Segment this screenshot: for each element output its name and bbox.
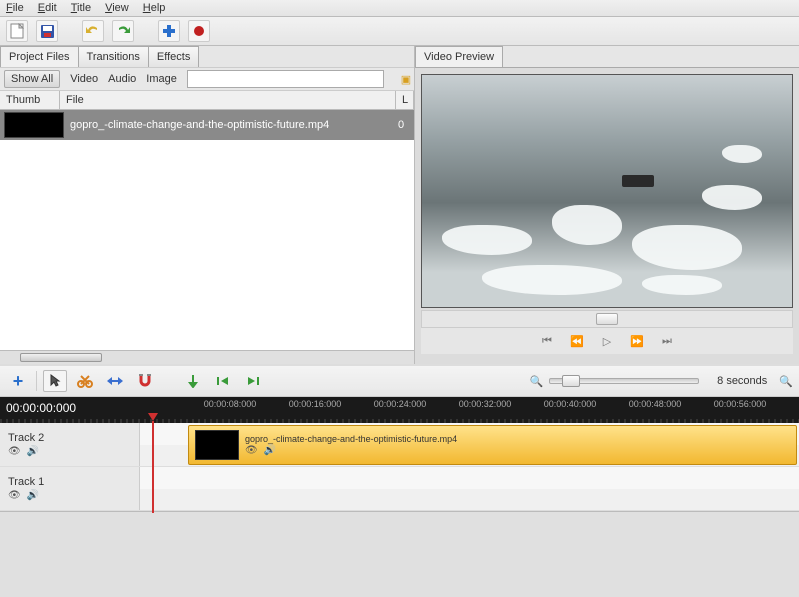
filter-video[interactable]: Video <box>70 73 98 85</box>
ruler-tick: 00:00:24:000 <box>374 399 427 409</box>
main-toolbar <box>0 17 799 46</box>
boat-shape <box>622 175 654 187</box>
playback-controls: ⏮ ⏪ ▷ ⏩ ⏭ <box>421 328 793 354</box>
ruler-tick: 00:00:16:000 <box>289 399 342 409</box>
left-tabs: Project Files Transitions Effects <box>0 46 414 67</box>
file-row[interactable]: gopro_-climate-change-and-the-optimistic… <box>0 110 414 140</box>
track-body[interactable] <box>140 467 799 510</box>
right-tabs: Video Preview <box>415 46 799 68</box>
record-button[interactable] <box>188 20 210 42</box>
select-tool[interactable] <box>43 370 67 392</box>
jump-start-button[interactable]: ⏮ <box>539 334 555 348</box>
tab-video-preview[interactable]: Video Preview <box>415 46 503 67</box>
tracks-area: Track 2 👁 🔊 gopro_-climate-change-and-th… <box>0 423 799 511</box>
menu-help[interactable]: Help <box>143 2 166 14</box>
file-name: gopro_-climate-change-and-the-optimistic… <box>70 119 398 131</box>
menu-file[interactable]: File <box>6 2 24 14</box>
snap-tool[interactable] <box>133 370 157 392</box>
file-thumb <box>4 112 64 138</box>
ruler-tick: 00:00:56:000 <box>714 399 767 409</box>
col-thumb[interactable]: Thumb <box>0 91 60 109</box>
right-panel: Video Preview ⏮ ⏪ ▷ ⏩ ⏭ <box>414 46 799 364</box>
clip-audio-icon[interactable]: 🔊 <box>264 445 276 456</box>
redo-button[interactable] <box>112 20 134 42</box>
ruler-tick: 00:00:32:000 <box>459 399 512 409</box>
step-back-button[interactable]: ⏪ <box>569 334 585 348</box>
zoom-out-icon[interactable]: 🔍 <box>529 375 543 388</box>
video-preview[interactable] <box>421 74 793 308</box>
track-row: Track 2 👁 🔊 gopro_-climate-change-and-th… <box>0 423 799 467</box>
left-scrollbar[interactable] <box>0 350 414 364</box>
undo-button[interactable] <box>82 20 104 42</box>
main-split: Project Files Transitions Effects Show A… <box>0 46 799 364</box>
timeline-toolbar: + 🔍 8 seconds 🔍 <box>0 364 799 397</box>
clip-name: gopro_-climate-change-and-the-optimistic… <box>245 434 457 444</box>
time-ruler[interactable]: 00:00:00:000 00:00:08:000 00:00:16:000 0… <box>0 397 799 423</box>
filter-bar: Show All Video Audio Image ▣ <box>0 67 414 91</box>
add-button[interactable] <box>158 20 180 42</box>
track-name: Track 1 <box>8 476 131 488</box>
save-button[interactable] <box>36 20 58 42</box>
jump-end-button[interactable]: ⏭ <box>659 334 675 348</box>
zoom-slider[interactable] <box>549 378 699 384</box>
video-clip[interactable]: gopro_-climate-change-and-the-optimistic… <box>188 425 797 465</box>
menubar: File Edit Title View Help <box>0 0 799 17</box>
track-body[interactable]: gopro_-climate-change-and-the-optimistic… <box>140 423 799 466</box>
menu-edit[interactable]: Edit <box>38 2 57 14</box>
audio-icon[interactable]: 🔊 <box>27 490 39 501</box>
col-file[interactable]: File <box>60 91 396 109</box>
new-button[interactable] <box>6 20 28 42</box>
add-marker-button[interactable] <box>181 370 205 392</box>
play-button[interactable]: ▷ <box>599 334 615 348</box>
zoom-in-icon[interactable]: 🔍 <box>779 375 793 388</box>
menu-view[interactable]: View <box>105 2 129 14</box>
filter-image[interactable]: Image <box>146 73 177 85</box>
zoom-label: 8 seconds <box>711 375 773 387</box>
preview-progress[interactable] <box>421 310 793 328</box>
next-marker-button[interactable] <box>241 370 265 392</box>
track-header[interactable]: Track 1 👁 🔊 <box>0 467 140 510</box>
col-length[interactable]: L <box>396 91 414 109</box>
audio-icon[interactable]: 🔊 <box>27 446 39 457</box>
razor-tool[interactable] <box>73 370 97 392</box>
resize-tool[interactable] <box>103 370 127 392</box>
search-input[interactable] <box>187 70 384 88</box>
filter-show-all[interactable]: Show All <box>4 70 60 88</box>
ruler-tick: 00:00:40:000 <box>544 399 597 409</box>
menu-title[interactable]: Title <box>71 2 91 14</box>
track-header[interactable]: Track 2 👁 🔊 <box>0 423 140 466</box>
left-panel: Project Files Transitions Effects Show A… <box>0 46 414 364</box>
current-time: 00:00:00:000 <box>6 401 76 415</box>
playhead[interactable] <box>152 421 154 513</box>
prev-marker-button[interactable] <box>211 370 235 392</box>
clip-thumb <box>195 430 239 460</box>
visibility-icon[interactable]: 👁 <box>8 490 21 501</box>
file-list: gopro_-climate-change-and-the-optimistic… <box>0 110 414 350</box>
ruler-tick: 00:00:48:000 <box>629 399 682 409</box>
file-length: 0 <box>398 119 414 131</box>
filter-audio[interactable]: Audio <box>108 73 136 85</box>
import-icon[interactable]: ▣ <box>398 73 414 86</box>
step-forward-button[interactable]: ⏩ <box>629 334 645 348</box>
tab-effects[interactable]: Effects <box>148 46 199 67</box>
file-list-header: Thumb File L <box>0 91 414 110</box>
preview-area: ⏮ ⏪ ▷ ⏩ ⏭ <box>415 68 799 364</box>
track-row: Track 1 👁 🔊 <box>0 467 799 511</box>
visibility-icon[interactable]: 👁 <box>8 446 21 457</box>
clip-visibility-icon[interactable]: 👁 <box>245 445 258 456</box>
timeline-scrollbar[interactable] <box>0 511 799 525</box>
tab-transitions[interactable]: Transitions <box>78 46 149 67</box>
ruler-tick: 00:00:08:000 <box>204 399 257 409</box>
track-name: Track 2 <box>8 432 131 444</box>
tab-project-files[interactable]: Project Files <box>0 46 79 67</box>
add-track-button[interactable]: + <box>6 370 30 392</box>
